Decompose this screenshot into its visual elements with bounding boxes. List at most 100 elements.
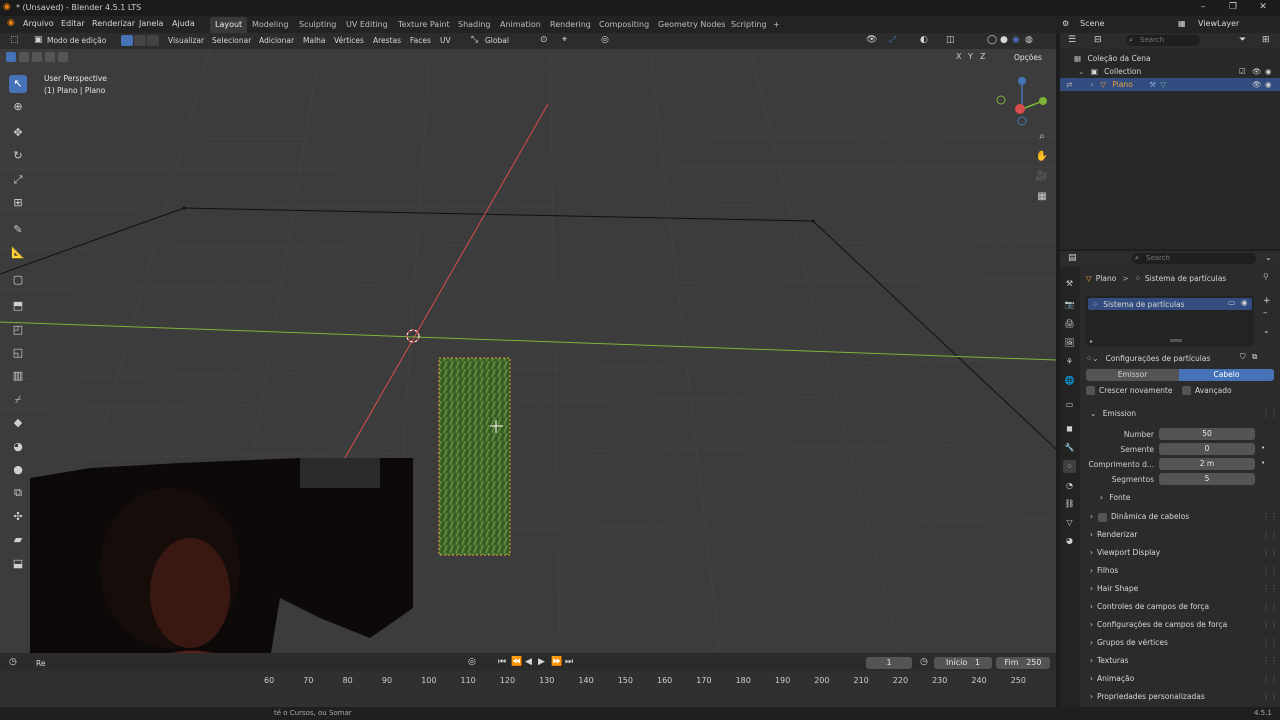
menu-ajuda[interactable]: Ajuda bbox=[172, 19, 195, 28]
type-emitter-button[interactable]: Emissor bbox=[1086, 369, 1179, 381]
tool-tab-icon[interactable]: ⚒ bbox=[1063, 277, 1076, 290]
rotate-tool-icon[interactable]: ↻ bbox=[9, 147, 27, 165]
cursor-tool-icon[interactable]: ⊕ bbox=[9, 98, 27, 116]
outliner-search-input[interactable]: Search bbox=[1126, 35, 1200, 46]
properties-search-input[interactable]: Search bbox=[1132, 253, 1256, 264]
animate-property-icon[interactable]: • bbox=[1261, 444, 1265, 452]
tab-animation[interactable]: Animation bbox=[495, 17, 546, 33]
menu-selecionar[interactable]: Selecionar bbox=[212, 36, 251, 45]
outliner-row-scene-collection[interactable]: ▦ Coleção da Cena bbox=[1060, 52, 1280, 65]
play-icon[interactable]: ▶ bbox=[538, 657, 545, 667]
extrude-tool-icon[interactable]: ⬒ bbox=[9, 297, 27, 315]
menu-uv[interactable]: UV bbox=[440, 36, 451, 45]
annotate-tool-icon[interactable]: ✎ bbox=[9, 221, 27, 239]
select-invert-icon[interactable] bbox=[58, 52, 68, 62]
drag-handle-icon[interactable]: ⋮⋮ bbox=[1262, 638, 1278, 647]
collection-tab-icon[interactable]: ▭ bbox=[1063, 398, 1076, 411]
advanced-checkbox[interactable] bbox=[1182, 386, 1191, 395]
show-viewport-icon[interactable]: ▭ bbox=[1228, 298, 1235, 307]
snap-icon[interactable]: ⌖ bbox=[562, 35, 567, 45]
inset-tool-icon[interactable]: ◰ bbox=[9, 321, 27, 339]
tab-uv-editing[interactable]: UV Editing bbox=[341, 17, 393, 33]
auto-keying-icon[interactable]: ◎ bbox=[468, 657, 476, 667]
menu-janela[interactable]: Janela bbox=[139, 19, 163, 28]
drag-handle-icon[interactable]: ⋮⋮ bbox=[1262, 692, 1278, 701]
regrow-toggle[interactable]: Crescer novamente bbox=[1086, 386, 1173, 395]
collection-visibility-icon[interactable]: 👁 bbox=[1252, 65, 1262, 78]
perspective-toggle-icon[interactable]: ▦ bbox=[1034, 189, 1050, 205]
poly-build-tool-icon[interactable]: ◆ bbox=[9, 414, 27, 432]
current-frame-field[interactable]: 1 bbox=[866, 657, 912, 669]
view-layer-name[interactable]: ViewLayer bbox=[1198, 19, 1239, 28]
outliner-editor-icon[interactable]: ☰ bbox=[1068, 35, 1076, 45]
particle-settings-selector[interactable]: ⁘⌄ Configurações de partículas ⛉ ⧉ bbox=[1086, 352, 1274, 365]
select-intersect-icon[interactable] bbox=[45, 52, 55, 62]
object-tab-icon[interactable]: ◼ bbox=[1063, 422, 1076, 435]
scene-name[interactable]: Scene bbox=[1080, 19, 1104, 28]
rip-tool-icon[interactable]: ⬓ bbox=[9, 555, 27, 573]
object-visibility-icon[interactable]: 👁 bbox=[1252, 78, 1262, 91]
visibility-icon[interactable]: 👁 bbox=[866, 35, 877, 45]
timeline-editor-icon[interactable]: ◷ bbox=[9, 657, 17, 667]
editor-type-icon[interactable]: ⬚ bbox=[10, 35, 19, 45]
animate-property-icon[interactable]: • bbox=[1261, 459, 1265, 467]
solid-shading-icon[interactable]: ● bbox=[1000, 35, 1008, 45]
options-dropdown[interactable]: Opções bbox=[1014, 53, 1042, 62]
select-box-mode-icon[interactable] bbox=[6, 52, 16, 62]
fake-user-icon[interactable]: ⛉ bbox=[1240, 352, 1246, 362]
properties-panel-header[interactable]: › Filhos bbox=[1086, 563, 1274, 579]
data-tab-icon[interactable]: ▽ bbox=[1063, 516, 1076, 529]
add-cube-tool-icon[interactable]: ▢ bbox=[9, 271, 27, 289]
tab-scripting[interactable]: Scripting bbox=[726, 17, 772, 33]
collection-checkbox-icon[interactable]: ☑ bbox=[1239, 65, 1246, 78]
scale-tool-icon[interactable]: ⤢ bbox=[9, 171, 27, 189]
list-resize-handle[interactable] bbox=[1170, 339, 1182, 342]
timeline-playback-label[interactable]: Re bbox=[36, 659, 46, 668]
preview-range-icon[interactable]: ◷ bbox=[920, 657, 928, 667]
drag-handle-icon[interactable]: ⋮⋮ bbox=[1262, 548, 1278, 557]
minimize-icon[interactable]: – bbox=[1196, 2, 1210, 14]
properties-panel-header[interactable]: › Texturas bbox=[1086, 653, 1274, 669]
render-shading-icon[interactable]: ◍ bbox=[1025, 35, 1033, 45]
tab-layout[interactable]: Layout bbox=[210, 17, 248, 33]
maximize-icon[interactable]: ❐ bbox=[1226, 2, 1240, 14]
drag-handle-icon[interactable]: ⋮⋮ bbox=[1262, 409, 1278, 418]
axis-z-toggle[interactable]: Z bbox=[980, 52, 985, 61]
smooth-tool-icon[interactable]: ● bbox=[9, 461, 27, 479]
list-specials-icon[interactable]: ⌄ bbox=[1263, 326, 1270, 335]
source-subpanel-header[interactable]: › Fonte bbox=[1098, 490, 1268, 506]
tab-sculpting[interactable]: Sculpting bbox=[294, 17, 341, 33]
pin-icon[interactable]: ⚲ bbox=[1263, 272, 1269, 281]
properties-panel-header[interactable]: › Renderizar bbox=[1086, 527, 1274, 543]
output-tab-icon[interactable]: 🖨 bbox=[1063, 317, 1076, 330]
tab-rendering[interactable]: Rendering bbox=[545, 17, 596, 33]
orientation-select[interactable]: Global bbox=[485, 36, 509, 45]
particles-tab-icon[interactable]: ⁘ bbox=[1063, 460, 1076, 473]
material-shading-icon[interactable]: ◉ bbox=[1012, 35, 1020, 45]
drag-handle-icon[interactable]: ⋮⋮ bbox=[1262, 566, 1278, 575]
drag-handle-icon[interactable]: ⋮⋮ bbox=[1262, 530, 1278, 539]
edge-slide-tool-icon[interactable]: ⧉ bbox=[9, 484, 27, 502]
move-tool-icon[interactable]: ✥ bbox=[9, 124, 27, 142]
shear-tool-icon[interactable]: ▰ bbox=[9, 531, 27, 549]
menu-malha[interactable]: Malha bbox=[303, 36, 326, 45]
object-render-icon[interactable]: ◉ bbox=[1265, 78, 1272, 91]
add-workspace-button[interactable]: + bbox=[768, 17, 785, 33]
zoom-icon[interactable]: ⌕ bbox=[1034, 129, 1050, 145]
select-extend-icon[interactable] bbox=[19, 52, 29, 62]
axis-x-toggle[interactable]: X bbox=[956, 52, 961, 61]
properties-panel-header[interactable]: › Grupos de vértices bbox=[1086, 635, 1274, 651]
frame-end-field[interactable]: Fim 250 bbox=[996, 657, 1050, 669]
jump-start-icon[interactable]: ⏮ bbox=[498, 657, 506, 667]
regrow-checkbox[interactable] bbox=[1086, 386, 1095, 395]
pivot-icon[interactable]: ⊙ bbox=[540, 35, 548, 45]
particle-system-list-item[interactable]: ⁘ Sistema de partículas ▭ ◉ bbox=[1088, 298, 1252, 310]
advanced-toggle[interactable]: Avançado bbox=[1182, 386, 1232, 395]
menu-renderizar[interactable]: Renderizar bbox=[92, 19, 135, 28]
seed-field[interactable]: 0 bbox=[1159, 443, 1255, 455]
properties-options-icon[interactable]: ⌄ bbox=[1265, 253, 1272, 262]
select-subtract-icon[interactable] bbox=[32, 52, 42, 62]
3d-viewport[interactable] bbox=[0, 49, 1056, 653]
bevel-tool-icon[interactable]: ◱ bbox=[9, 344, 27, 362]
properties-panel-header[interactable]: › Viewport Display bbox=[1086, 545, 1274, 561]
